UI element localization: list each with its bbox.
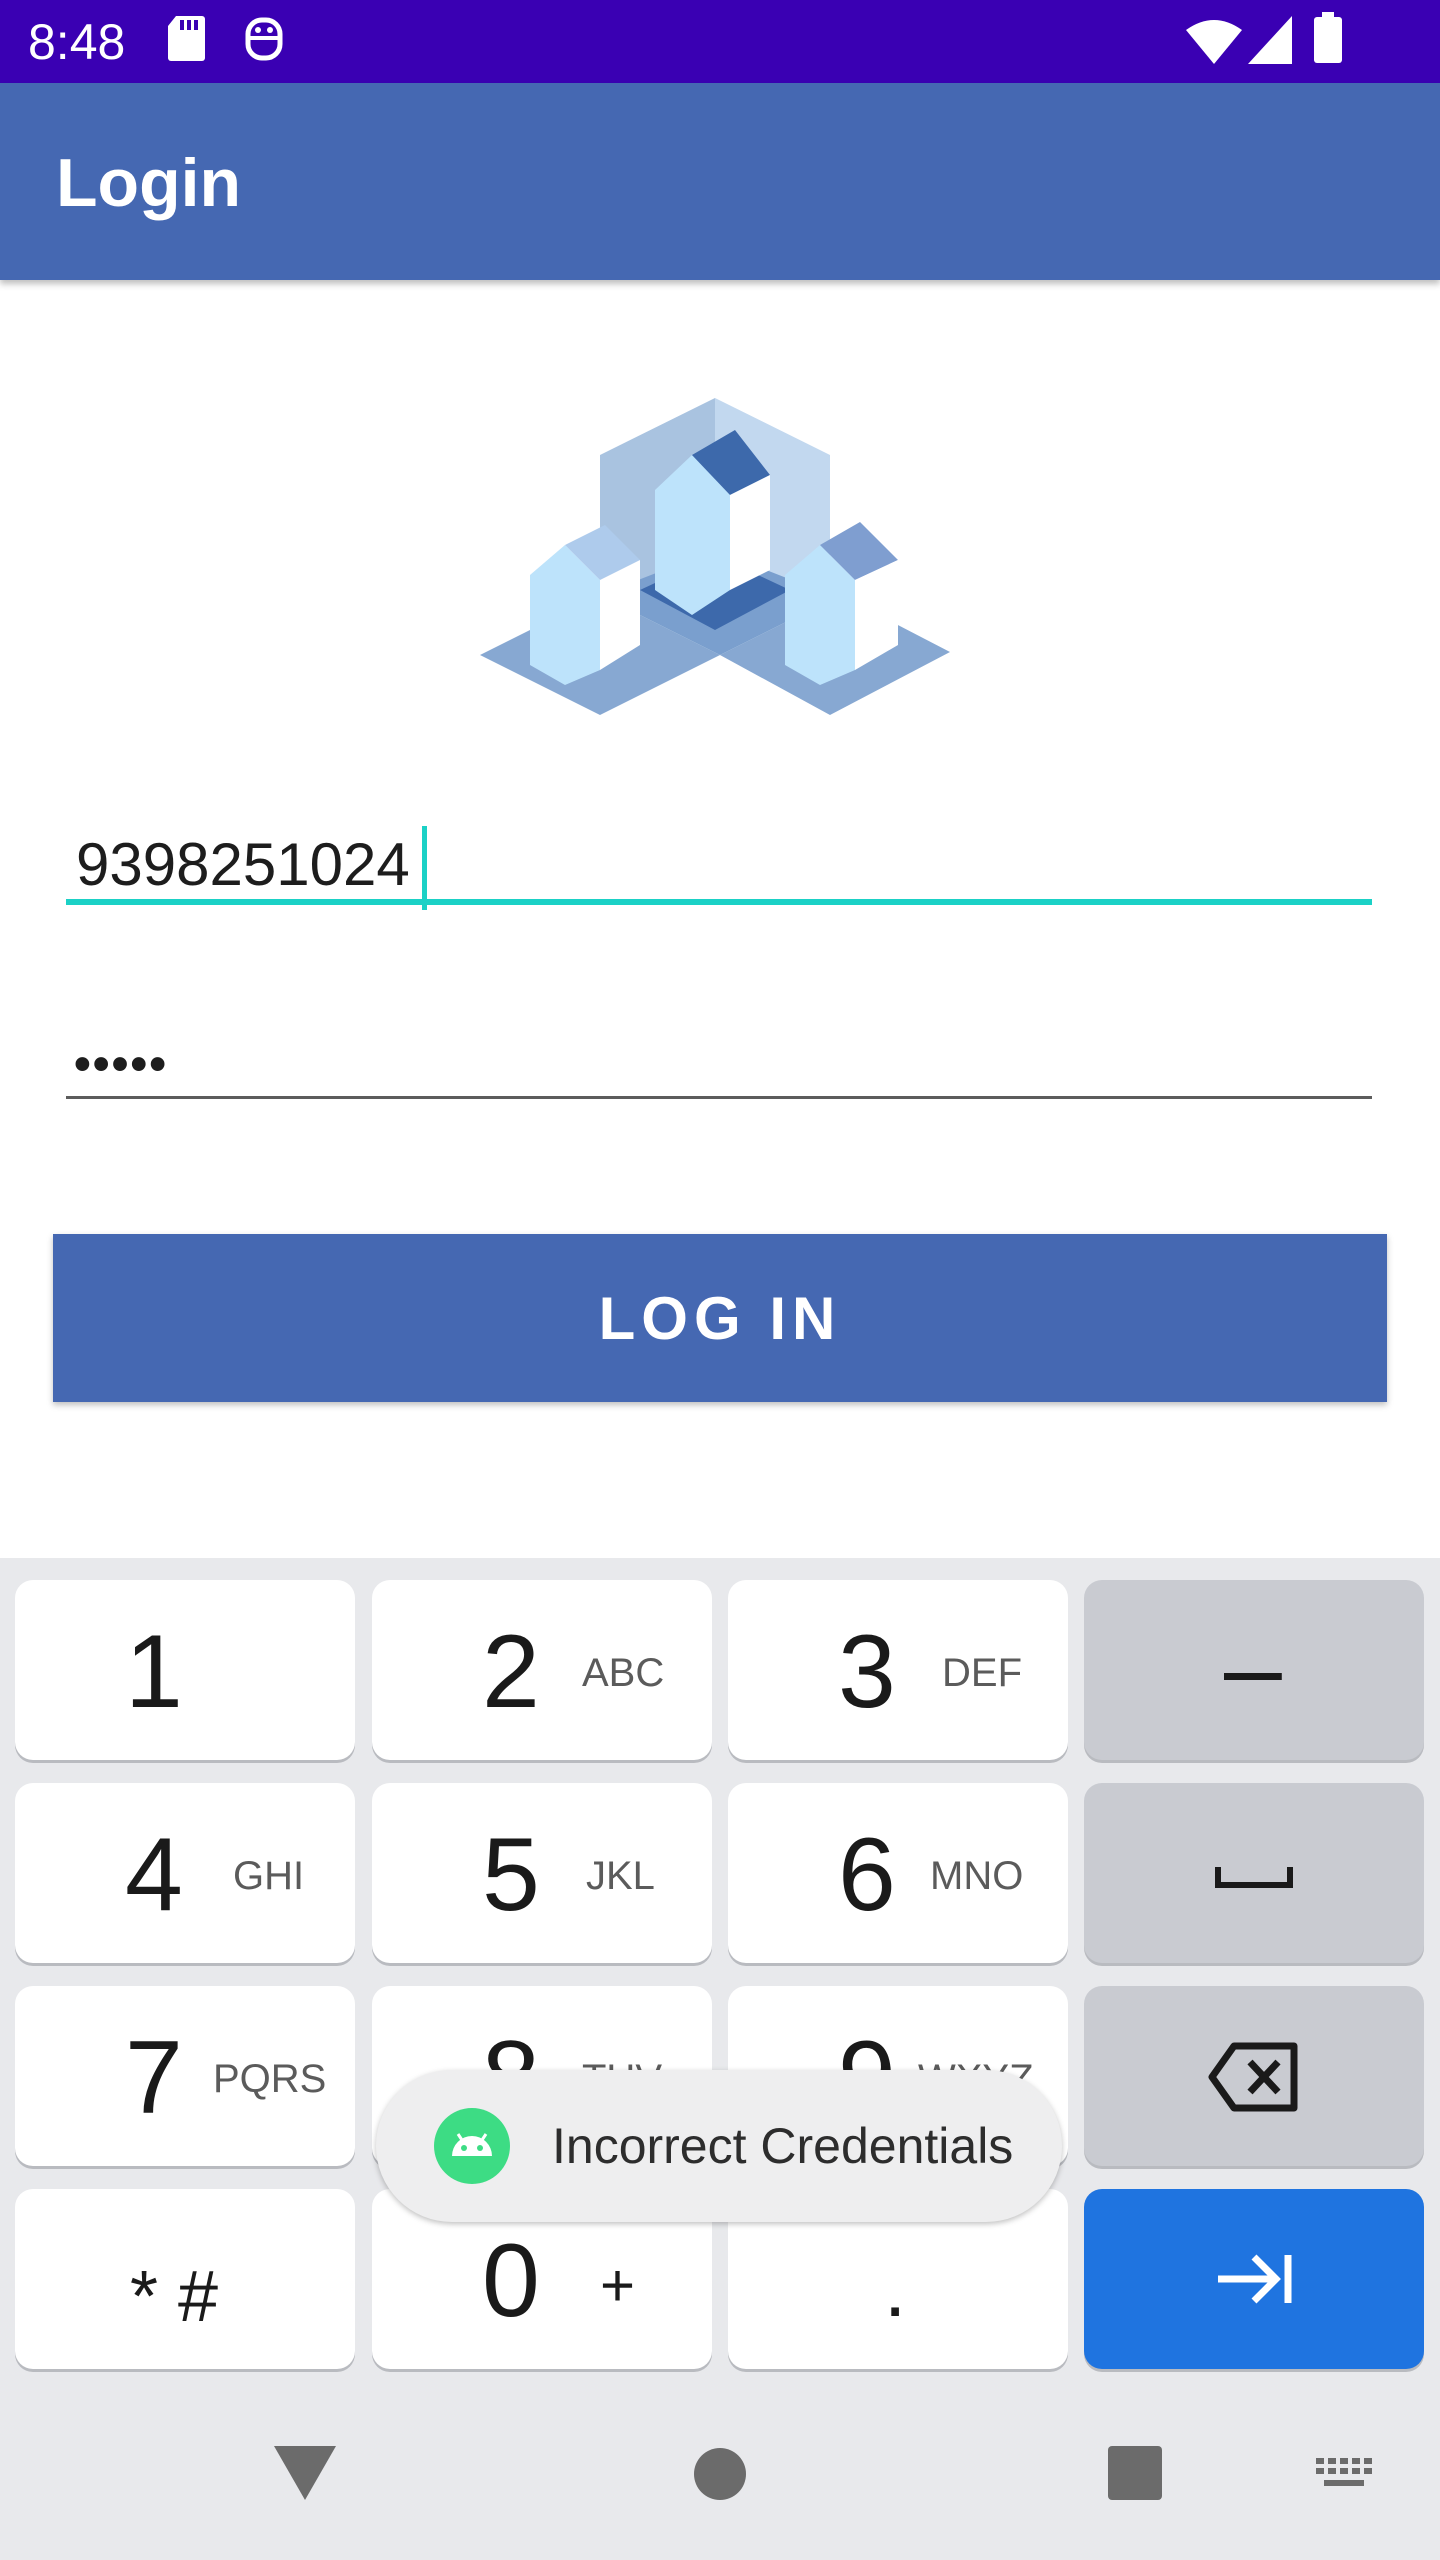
- username-field[interactable]: 9398251024: [66, 830, 1372, 908]
- key-digit: 1: [125, 1614, 183, 1730]
- key-letters: +: [600, 2252, 636, 2319]
- key-letters: DEF: [942, 1651, 1022, 1695]
- password-value: •••••: [74, 1038, 169, 1091]
- page-title: Login: [56, 145, 242, 221]
- key-digit: 7: [125, 2020, 183, 2136]
- back-icon[interactable]: [274, 2446, 336, 2502]
- key-digit: .: [884, 2244, 907, 2333]
- wifi-icon: [1186, 20, 1242, 64]
- key-letters: ABC: [582, 1651, 665, 1695]
- houses-logo: [480, 398, 950, 715]
- text-caret: [422, 826, 427, 910]
- status-time: 8:48: [28, 14, 126, 70]
- key-backspace[interactable]: [1084, 1986, 1424, 2166]
- key-digit: 5: [482, 1817, 540, 1933]
- key-digit: 6: [838, 1817, 896, 1933]
- key-letters: GHI: [233, 1854, 305, 1898]
- key-3[interactable]: 3 DEF: [728, 1580, 1068, 1760]
- key-space[interactable]: [1084, 1783, 1424, 1963]
- key-digit: 4: [125, 1817, 183, 1933]
- key-digit: 3: [838, 1614, 896, 1730]
- key-next[interactable]: [1084, 2189, 1424, 2369]
- key-letters: PQRS: [213, 2057, 327, 2101]
- backspace-icon: [1208, 2042, 1298, 2112]
- navigation-bar: [0, 2396, 1440, 2560]
- next-arrow-icon: [1218, 2254, 1292, 2304]
- recents-icon[interactable]: [1108, 2446, 1162, 2500]
- android-icon: [434, 2108, 510, 2184]
- key-2[interactable]: 2 ABC: [372, 1580, 712, 1760]
- signal-icon: [1248, 16, 1292, 64]
- home-icon[interactable]: [694, 2448, 746, 2500]
- username-underline: [66, 899, 1372, 905]
- password-field[interactable]: •••••: [66, 1030, 1372, 1100]
- username-value: 9398251024: [76, 831, 410, 898]
- key-letters: JKL: [586, 1854, 655, 1898]
- android-debug-icon: [245, 17, 283, 61]
- key-5[interactable]: 5 JKL: [372, 1783, 712, 1963]
- password-underline: [66, 1096, 1372, 1099]
- numeric-keyboard: 1 2 ABC 3 DEF – 4 GHI 5 JKL 6 MNO 7 PQRS…: [0, 1558, 1440, 2396]
- minus-icon: –: [1224, 1610, 1282, 1726]
- key-digit: 0: [482, 2223, 540, 2339]
- key-digit: 2: [482, 1614, 540, 1730]
- key-1[interactable]: 1: [15, 1580, 355, 1760]
- keyboard-switch-icon[interactable]: [1316, 2458, 1372, 2494]
- key-7[interactable]: 7 PQRS: [15, 1986, 355, 2166]
- status-bar: 8:48: [0, 0, 1440, 83]
- key-minus[interactable]: –: [1084, 1580, 1424, 1760]
- key-6[interactable]: 6 MNO: [728, 1783, 1068, 1963]
- login-button[interactable]: LOG IN: [53, 1234, 1387, 1402]
- key-letters: MNO: [930, 1854, 1024, 1898]
- key-4[interactable]: 4 GHI: [15, 1783, 355, 1963]
- toast-message: Incorrect Credentials: [552, 2118, 1014, 2174]
- app-bar: Login: [0, 83, 1440, 280]
- sd-card-icon: [168, 16, 205, 61]
- space-icon: [1215, 1867, 1293, 1888]
- key-digit: * #: [130, 2257, 219, 2337]
- toast: Incorrect Credentials: [376, 2070, 1062, 2222]
- key-star-hash[interactable]: * #: [15, 2189, 355, 2369]
- battery-icon: [1314, 12, 1342, 63]
